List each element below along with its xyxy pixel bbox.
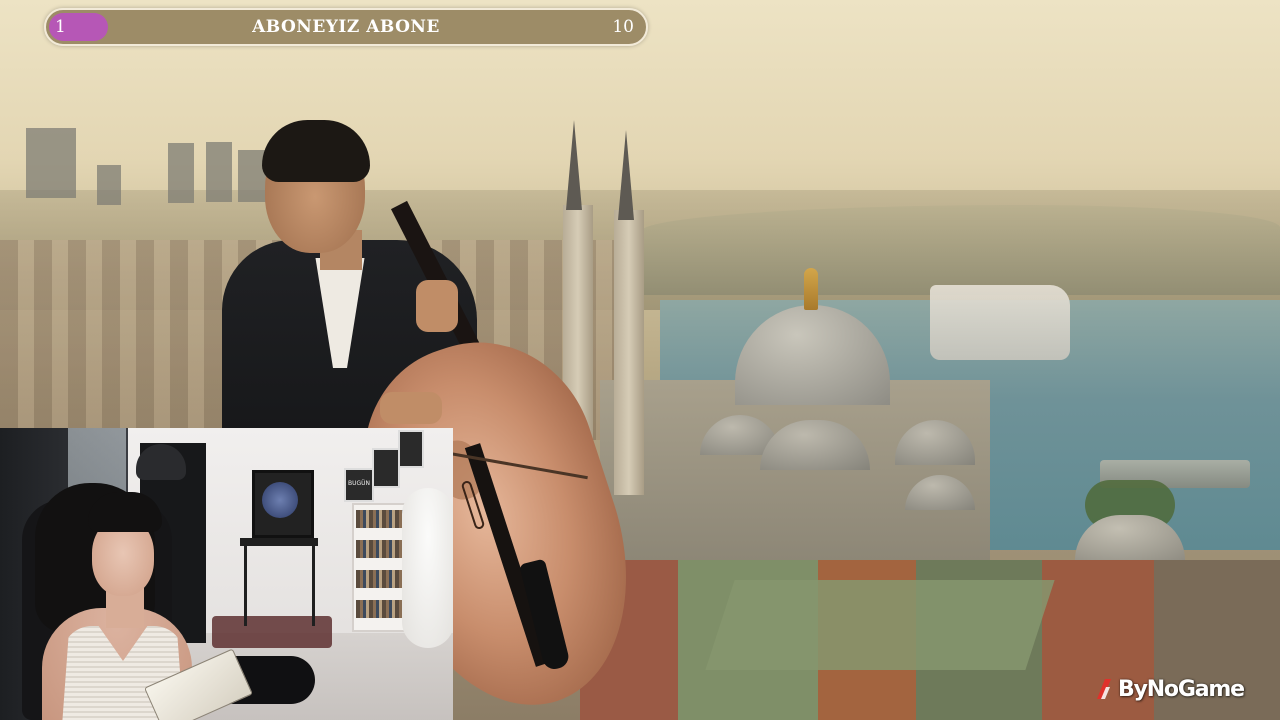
- cellist-hair: [262, 120, 370, 182]
- wall-sign: BUGÜN: [344, 468, 374, 502]
- bynogame-logo-icon: [1097, 679, 1111, 699]
- cellist-left-hand: [416, 280, 458, 332]
- subscriber-goal-bar: 1 ABONEYIZ ABONE 10: [44, 8, 648, 46]
- table-leg: [312, 546, 315, 626]
- cruise-ship: [930, 285, 1070, 360]
- streamer-bangs: [88, 492, 162, 532]
- goal-label: ABONEYIZ ABONE: [252, 17, 440, 37]
- bynogame-watermark: ByNoGame: [1094, 674, 1245, 704]
- green-rooftop: [705, 580, 1055, 670]
- skyscraper: [97, 165, 121, 205]
- minaret-spire: [566, 120, 582, 210]
- webcam-overlay: BUGÜN: [0, 428, 453, 720]
- minaret-spire: [618, 130, 634, 220]
- wall-sign-text: BUGÜN: [347, 480, 371, 487]
- skyscraper: [206, 142, 232, 202]
- poster: [398, 430, 424, 468]
- goal-target-value: 10: [612, 17, 634, 37]
- poster: [372, 448, 400, 488]
- side-table: [240, 538, 318, 546]
- hills: [640, 205, 1280, 295]
- frame-artwork: [262, 482, 298, 518]
- minaret: [614, 210, 644, 495]
- cellist-right-hand: [380, 392, 442, 424]
- dome-finial: [804, 268, 818, 310]
- skyscraper: [26, 128, 76, 198]
- teddy-bear: [402, 488, 453, 648]
- skyscraper: [168, 143, 194, 203]
- watermark-text: ByNoGame: [1118, 676, 1245, 702]
- table-leg: [244, 546, 247, 626]
